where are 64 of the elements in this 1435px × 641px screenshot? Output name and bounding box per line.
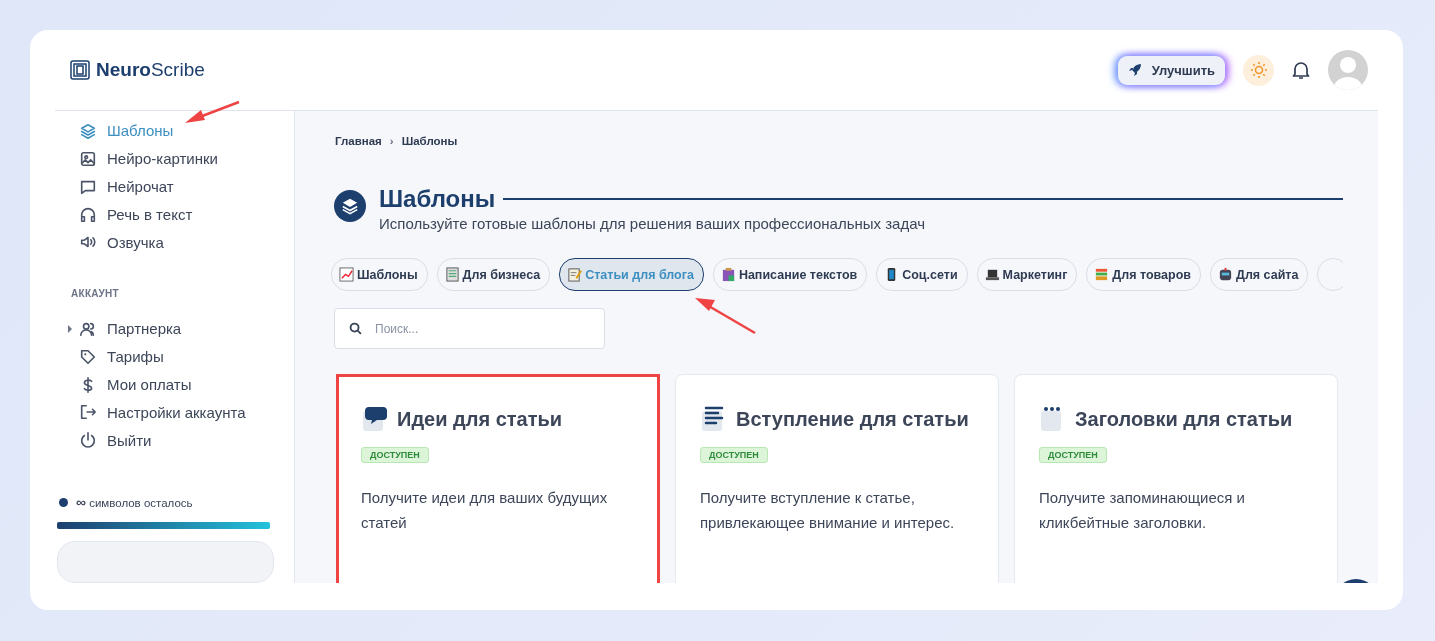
category-tab[interactable]: Для сайта: [1210, 258, 1309, 291]
template-card[interactable]: Заголовки для статьи ДОСТУПЕН Получите запоминающиеся и кликбейтные заголовки.: [1014, 374, 1338, 583]
search-field[interactable]: Поиск...: [334, 308, 605, 349]
status-badge: ДОСТУПЕН: [1039, 447, 1107, 463]
caret-icon[interactable]: [68, 324, 72, 333]
sidebar-item[interactable]: Нейрочат: [73, 172, 294, 201]
card-description: Получите вступление к статье, привлекающее внимание и интерес.: [700, 488, 956, 533]
robot-icon: [1218, 267, 1233, 282]
breadcrumb-link[interactable]: Главная: [335, 135, 382, 147]
category-tab[interactable]: Для товаров: [1086, 258, 1201, 291]
category-tab[interactable]: Маркетинг: [976, 258, 1078, 291]
image-icon: [79, 149, 97, 168]
category-tab[interactable]: Соц.сети: [876, 258, 968, 291]
page-subtitle: Используйте готовые шаблоны для решения ваших профессиональных задач: [379, 215, 926, 232]
clipboard-icon: [720, 267, 736, 282]
newspaper-icon: [444, 267, 460, 282]
power-icon: [79, 431, 97, 450]
card-title: Заголовки для статьи: [1075, 407, 1293, 431]
sidebar-button[interactable]: [57, 541, 274, 583]
exit-icon: [79, 403, 97, 422]
upgrade-button[interactable]: Улучшить: [1117, 55, 1225, 85]
headphones-icon: [79, 205, 97, 224]
sidebar-item[interactable]: Партнерка: [73, 315, 294, 343]
breadcrumb-link[interactable]: Шаблоны: [401, 135, 458, 147]
memo-icon: [567, 267, 583, 282]
bell-icon[interactable]: [1292, 60, 1310, 80]
speech-bubble-icon: [361, 405, 389, 433]
logo-icon: [70, 60, 90, 80]
sidebar-item[interactable]: Озвучка: [73, 228, 294, 257]
logo-text: NeuroScribe: [96, 59, 205, 81]
books-icon: [1094, 267, 1110, 282]
breadcrumb-separator: ›: [389, 135, 394, 147]
sidebar-item[interactable]: Тарифы: [73, 342, 294, 371]
category-tab[interactable]: [1317, 258, 1343, 291]
sidebar-item[interactable]: Нейро-картинки: [73, 144, 294, 173]
layers-icon: [341, 197, 359, 215]
sidebar-item[interactable]: Речь в текст: [73, 200, 294, 229]
status-badge: ДОСТУПЕН: [361, 447, 429, 463]
sidebar-item[interactable]: Шаблоны: [73, 117, 294, 145]
laptop-icon: [984, 267, 1000, 282]
category-tab[interactable]: Написание текстов: [712, 258, 868, 291]
sidebar-item[interactable]: Настройки аккаунта: [73, 398, 294, 427]
card-description: Получите идеи для ваших будущих статей: [361, 488, 609, 533]
sun-icon: [1249, 61, 1268, 79]
sidebar-item[interactable]: Мои оплаты: [73, 370, 294, 399]
search-icon: [349, 322, 362, 335]
avatar[interactable]: [1328, 50, 1368, 90]
card-description: Получите запоминающиеся и кликбейтные заголовки.: [1039, 488, 1246, 533]
theme-toggle[interactable]: [1243, 54, 1274, 86]
tag-icon: [79, 347, 97, 366]
layers-icon: [79, 121, 97, 140]
template-card[interactable]: Идеи для статьи ДОСТУПЕН Получите идеи для ваших будущих статей: [336, 374, 660, 583]
chart-icon: [339, 267, 354, 282]
status-badge: ДОСТУПЕН: [700, 447, 768, 463]
section-heading: АККАУНТ: [71, 288, 120, 300]
page-title: Шаблоны: [379, 185, 496, 213]
symbols-remaining: ∞ символов осталось: [76, 494, 193, 511]
category-tab[interactable]: Шаблоны: [331, 258, 428, 291]
card-title: Вступление для статьи: [736, 407, 969, 431]
rocket-icon: [1127, 63, 1142, 77]
template-card[interactable]: Вступление для статьи ДОСТУПЕН Получите вступление к статье, привлекающее внимание и интерес.: [675, 374, 999, 583]
card-title: Идеи для статьи: [397, 407, 563, 431]
category-tab[interactable]: Для бизнеса: [436, 258, 551, 291]
sidebar-item[interactable]: Выйти: [73, 426, 294, 455]
